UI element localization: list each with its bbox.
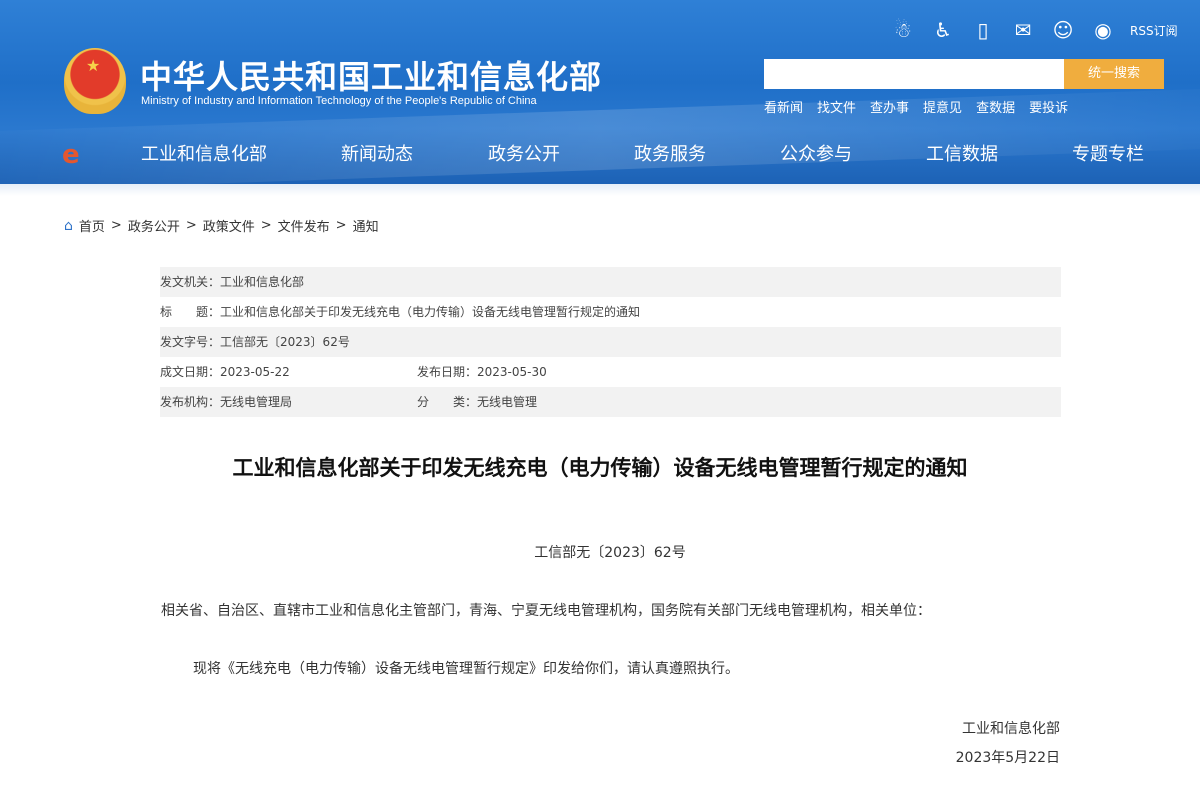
recipients: 相关省、自治区、直辖市工业和信息化主管部门，青海、宁夏无线电管理机构，国务院有关… [161, 603, 931, 619]
breadcrumb-link[interactable]: 政策文件 [203, 216, 255, 235]
quick-link[interactable]: 查办事 [870, 97, 909, 116]
breadcrumb-link[interactable]: 文件发布 [278, 216, 330, 235]
national-emblem-icon: ★ [64, 48, 126, 114]
category: 无线电管理 [477, 395, 538, 409]
quick-links: 看新闻 找文件 查办事 提意见 查数据 要投诉 [764, 97, 1068, 116]
search-input[interactable] [764, 59, 1064, 89]
meta-row: 发文机关：工业和信息化部 [160, 267, 1061, 297]
meta-row: 标 题：工业和信息化部关于印发无线充电（电力传输）设备无线电管理暂行规定的通知 [160, 305, 641, 319]
e-logo-icon[interactable]: e [62, 140, 80, 170]
quick-link[interactable]: 要投诉 [1029, 97, 1068, 116]
nav-item[interactable]: 公众参与 [780, 140, 852, 166]
header-icons: ☃ ♿ ▯ ✉ ☺ ◉ RSS订阅 [890, 18, 1178, 42]
wechat-icon[interactable]: ☺ [1050, 18, 1076, 42]
quick-link[interactable]: 提意见 [923, 97, 962, 116]
meta-docno: 工信部无〔2023〕62号 [220, 335, 350, 349]
quick-link[interactable]: 查数据 [976, 97, 1015, 116]
meta-row: 成文日期：2023-05-22 发布日期：2023-05-30 [160, 365, 547, 379]
accessibility-icon[interactable]: ♿ [930, 18, 956, 42]
document-meta-table: 发文机关：工业和信息化部 标 题：工业和信息化部关于印发无线充电（电力传输）设备… [160, 267, 1061, 417]
document-number: 工信部无〔2023〕62号 [534, 545, 686, 561]
nav-item[interactable]: 新闻动态 [341, 140, 413, 166]
issuer: 工业和信息化部 [220, 275, 305, 289]
divider [0, 184, 1200, 196]
rss-link[interactable]: RSS订阅 [1130, 22, 1178, 39]
agency: 无线电管理局 [220, 395, 293, 409]
breadcrumb-link[interactable]: 政务公开 [128, 216, 180, 235]
breadcrumb-link[interactable]: 通知 [353, 216, 379, 235]
home-icon[interactable]: ⌂ [64, 218, 73, 234]
meta-row: 发布机构：无线电管理局 分 类：无线电管理 [160, 387, 1061, 417]
body-paragraph: 现将《无线充电（电力传输）设备无线电管理暂行规定》印发给你们，请认真遵照执行。 [193, 661, 739, 677]
nav-item[interactable]: 工信数据 [926, 140, 998, 166]
mail-icon[interactable]: ✉ [1010, 18, 1036, 42]
nav-item[interactable]: 专题专栏 [1072, 140, 1144, 166]
written-date: 2023-05-22 [220, 365, 290, 379]
site-header: ★ 中华人民共和国工业和信息化部 Ministry of Industry an… [0, 0, 1200, 184]
sign-date: 2023年5月22日 [955, 750, 1060, 766]
nav-item[interactable]: 政务公开 [488, 140, 560, 166]
main-nav: e 工业和信息化部 新闻动态 政务公开 政务服务 公众参与 工信数据 专题专栏 [0, 138, 1200, 170]
signature: 工业和信息化部 2023年5月22日 [956, 715, 1060, 773]
breadcrumb: ⌂ 首页 > 政务公开 > 政策文件 > 文件发布 > 通知 [64, 216, 379, 236]
sign-org: 工业和信息化部 [962, 721, 1060, 737]
published-date: 2023-05-30 [477, 365, 547, 379]
quick-link[interactable]: 看新闻 [764, 97, 803, 116]
meta-title: 工业和信息化部关于印发无线充电（电力传输）设备无线电管理暂行规定的通知 [220, 305, 641, 319]
breadcrumb-link[interactable]: 首页 [79, 216, 105, 235]
mascot-icon[interactable]: ☃ [890, 18, 916, 42]
quick-link[interactable]: 找文件 [817, 97, 856, 116]
search-button[interactable]: 统一搜索 [1064, 59, 1164, 89]
weibo-icon[interactable]: ◉ [1090, 18, 1116, 42]
mobile-icon[interactable]: ▯ [970, 18, 996, 42]
nav-item[interactable]: 政务服务 [634, 140, 706, 166]
meta-row: 发文字号：工信部无〔2023〕62号 [160, 327, 1061, 357]
nav-item[interactable]: 工业和信息化部 [141, 140, 267, 166]
site-title-en: Ministry of Industry and Information Tec… [141, 95, 537, 107]
document-title: 工业和信息化部关于印发无线充电（电力传输）设备无线电管理暂行规定的通知 [232, 456, 968, 480]
site-title[interactable]: 中华人民共和国工业和信息化部 [140, 52, 602, 98]
